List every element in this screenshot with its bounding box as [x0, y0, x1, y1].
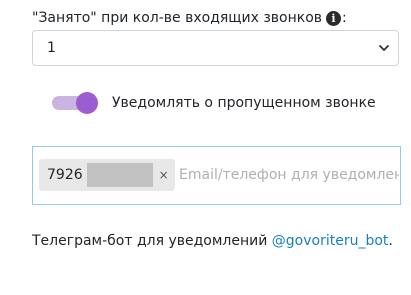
missed-call-toggle-label: Уведомлять о пропущенном звонке: [112, 95, 376, 111]
missed-call-toggle[interactable]: [52, 92, 98, 114]
telegram-bot-link[interactable]: @govoriteru_bot: [272, 233, 389, 249]
telegram-bot-line: Телеграм-бот для уведомлений @govoriteru…: [32, 233, 393, 249]
chevron-down-icon: [379, 45, 389, 51]
redaction-block: [86, 163, 153, 187]
busy-calls-label: "Занято" при кол-ве входящих звонков i :: [32, 8, 347, 28]
contact-tag: 7926 ×: [39, 159, 175, 191]
busy-calls-label-text: "Занято" при кол-ве входящих звонков: [32, 10, 323, 26]
telegram-bot-text: Телеграм-бот для уведомлений: [32, 233, 272, 249]
busy-calls-select-value: 1: [47, 40, 56, 56]
info-icon[interactable]: i: [326, 10, 342, 26]
busy-calls-select[interactable]: 1: [32, 30, 399, 66]
close-icon[interactable]: ×: [159, 168, 169, 182]
busy-calls-label-colon: :: [342, 10, 347, 26]
telegram-bot-trailing: .: [388, 233, 393, 249]
missed-call-toggle-row: Уведомлять о пропущенном звонке: [52, 92, 376, 114]
toggle-knob: [76, 92, 98, 114]
notify-contacts-input[interactable]: [179, 163, 399, 187]
contact-tag-value: 7926: [47, 167, 83, 183]
notify-contacts-field[interactable]: 7926 ×: [32, 146, 401, 205]
